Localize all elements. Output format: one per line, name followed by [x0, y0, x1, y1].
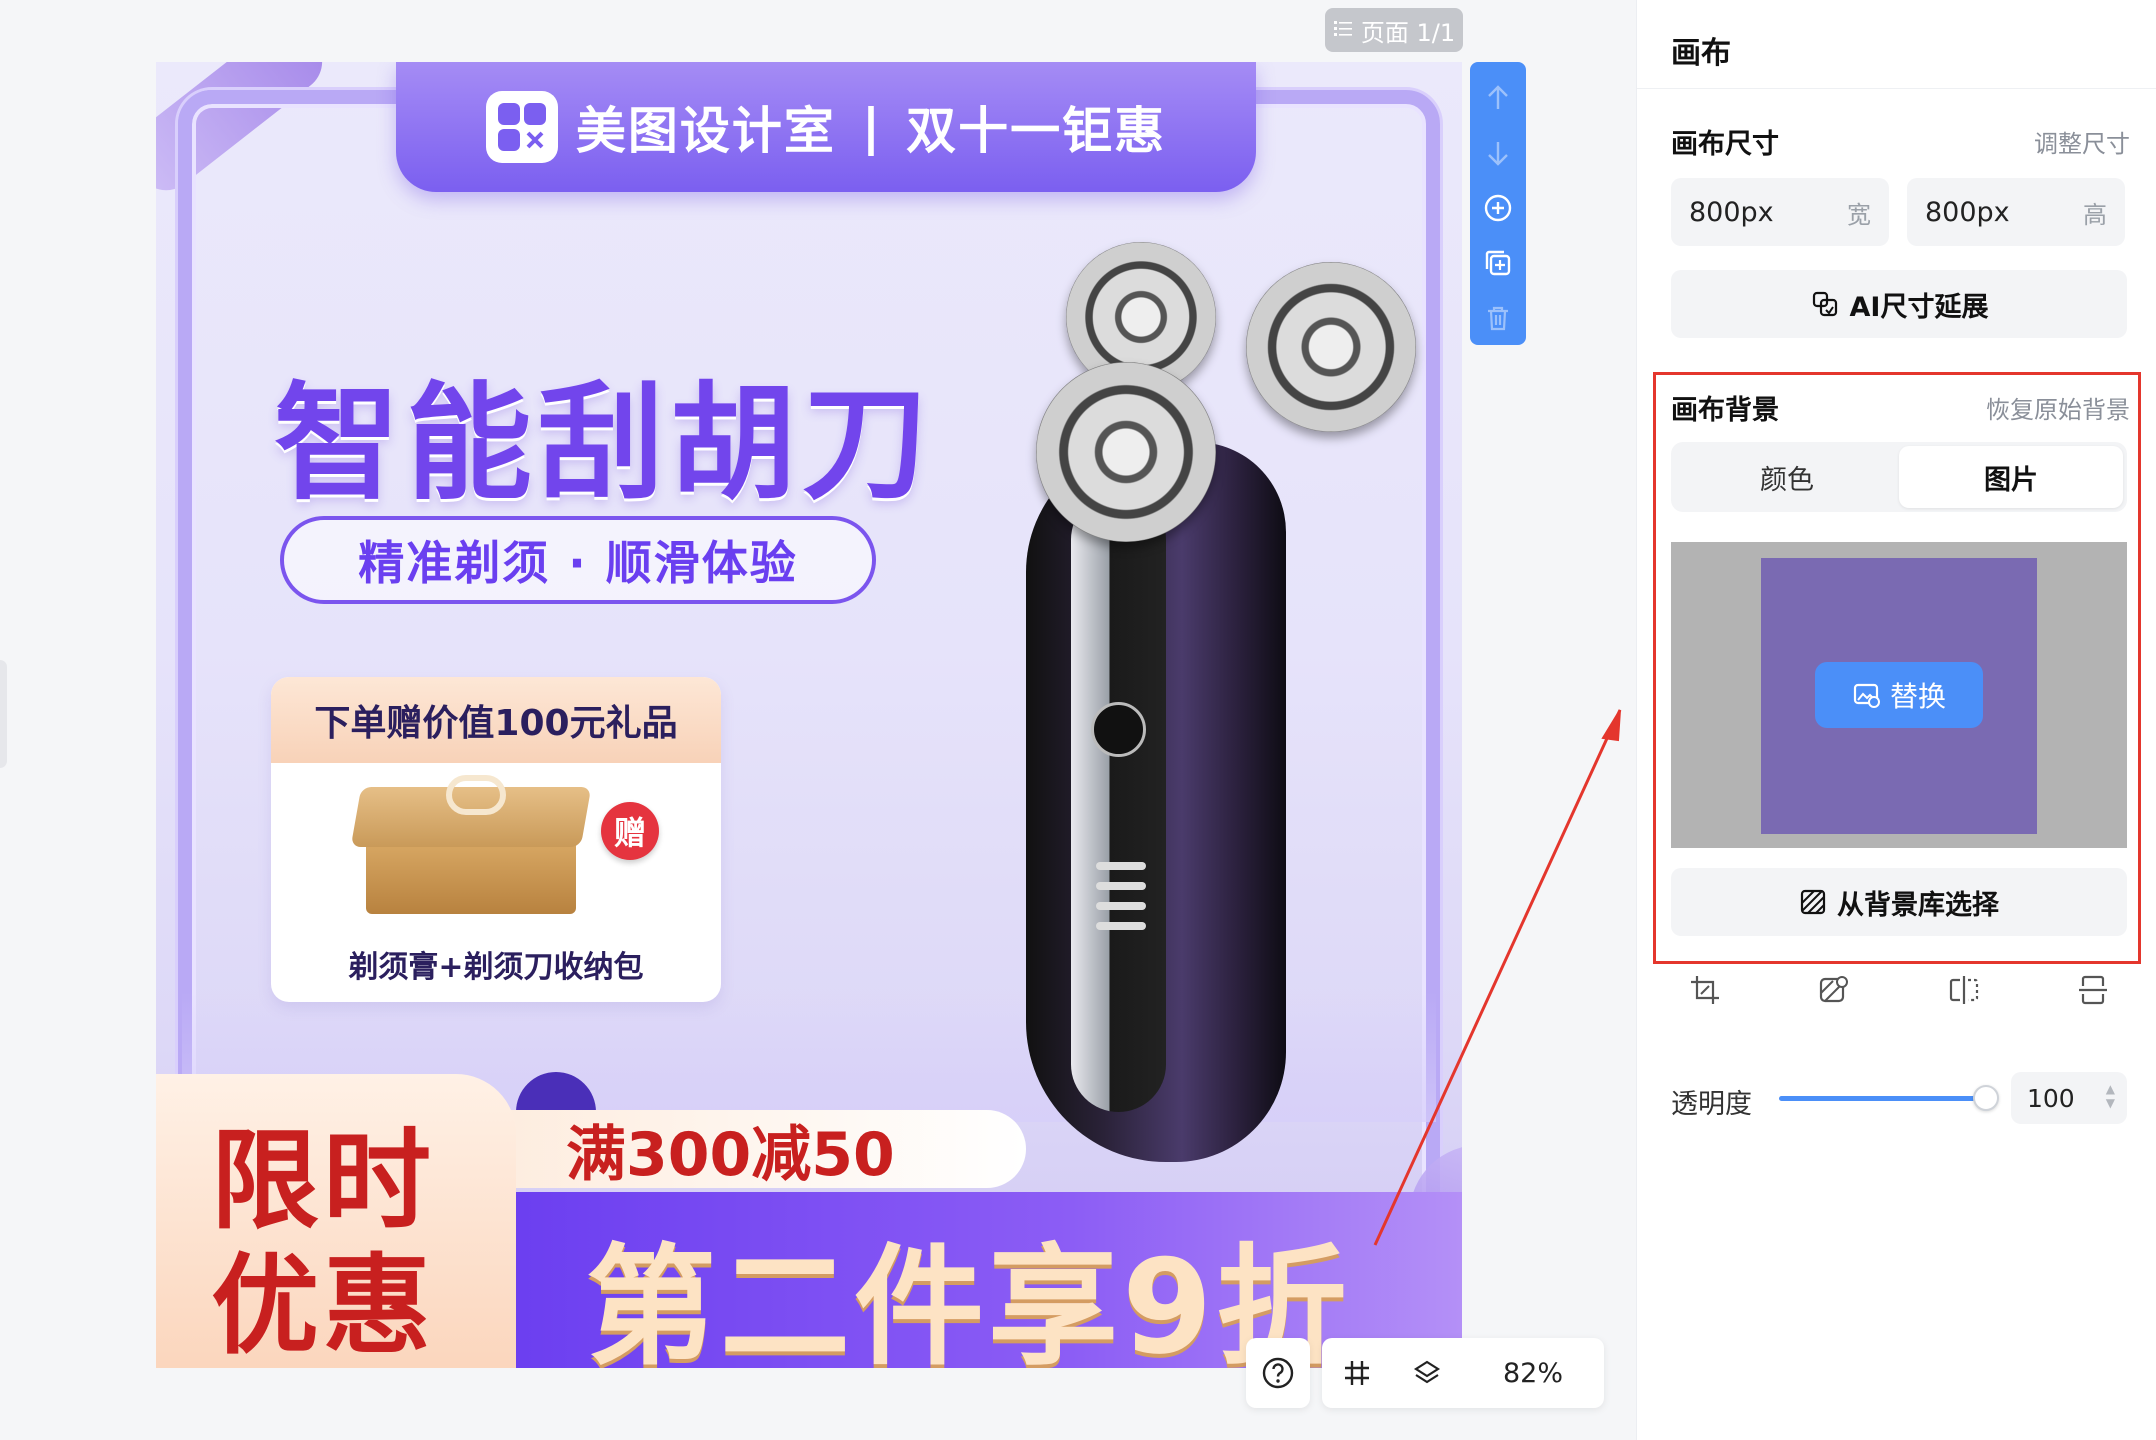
- width-field[interactable]: 800px 宽: [1671, 178, 1889, 246]
- help-button[interactable]: [1246, 1338, 1310, 1408]
- headline-text[interactable]: 智能刮胡刀: [274, 342, 934, 524]
- gift-box-image: [350, 775, 592, 917]
- flip-horizontal-button[interactable]: [1944, 970, 1984, 1010]
- promo-label-line2: 优惠: [211, 1244, 436, 1368]
- page-tools-column: [1470, 62, 1526, 345]
- page-indicator-label: 页面 1/1: [1360, 18, 1456, 47]
- height-value: 800px: [1925, 196, 2010, 228]
- promo-discount-pill[interactable]: 满300减50: [456, 1110, 1026, 1190]
- brand-logo: [485, 91, 558, 163]
- promo-discount: 满300减50: [566, 1119, 895, 1190]
- arrow-down-icon: [1488, 141, 1508, 166]
- background-actions-row: [1671, 970, 2127, 1020]
- opacity-slider-handle[interactable]: [1973, 1085, 1999, 1111]
- flip-vertical-icon: [2078, 975, 2107, 1005]
- ai-resize-label: AI尺寸延展: [1849, 291, 1989, 323]
- resize-link[interactable]: 调整尺寸: [2034, 124, 2130, 159]
- replace-label: 替换: [1889, 680, 1946, 713]
- background-preview: 替换: [1671, 542, 2127, 848]
- opacity-label: 透明度: [1671, 1089, 1752, 1120]
- width-unit: 宽: [1847, 200, 1871, 229]
- gift-title: 下单赠价值100元礼品: [314, 703, 678, 744]
- height-unit: 高: [2083, 200, 2107, 229]
- help-icon: [1262, 1357, 1294, 1389]
- panel-title: 画布: [1671, 36, 1731, 71]
- event-name: 双十一钜惠: [906, 102, 1167, 160]
- gift-badge: 赠: [601, 802, 659, 860]
- properties-panel: 画布 画布尺寸 调整尺寸 800px 宽 800px 高 AI尺寸延展 画布背景…: [1636, 0, 2156, 1440]
- arrow-up-icon: [1488, 84, 1508, 109]
- matting-button[interactable]: [1814, 970, 1854, 1010]
- background-library-label: 从背景库选择: [1837, 889, 1999, 921]
- tab-color[interactable]: 颜色: [1675, 446, 1899, 508]
- flip-horizontal-icon: [1949, 976, 1978, 1004]
- move-up-button[interactable]: [1470, 70, 1526, 125]
- height-field[interactable]: 800px 高: [1907, 178, 2125, 246]
- opacity-value: 100: [2027, 1083, 2075, 1113]
- subline-text: 精准剃须 · 顺滑体验: [358, 536, 798, 590]
- crop-button[interactable]: [1685, 970, 1725, 1010]
- grid-toggle-button[interactable]: [1322, 1338, 1392, 1408]
- background-library-button[interactable]: 从背景库选择: [1671, 868, 2127, 936]
- banner-separator: |: [861, 98, 881, 156]
- page-indicator[interactable]: 页面 1/1: [1325, 8, 1463, 52]
- canvas-controls: 82%: [1322, 1338, 1604, 1408]
- replace-button[interactable]: 替换: [1815, 662, 1983, 728]
- delete-page-button[interactable]: [1470, 290, 1526, 345]
- layers-button[interactable]: [1392, 1338, 1462, 1408]
- add-page-button[interactable]: [1470, 180, 1526, 235]
- gift-card[interactable]: 下单赠价值100元礼品 赠 剃须膏+剃须刀收纳包: [271, 677, 721, 1002]
- list-icon: [1333, 16, 1353, 44]
- promo-offer-text[interactable]: 第二件享9折: [586, 1202, 1350, 1368]
- crop-icon: [1691, 976, 1719, 1004]
- stepper-icon[interactable]: ▲ ▼: [2106, 1082, 2115, 1110]
- trash-icon: [1488, 306, 1508, 330]
- restore-background-link[interactable]: 恢复原始背景: [1986, 390, 2130, 425]
- image-swap-icon: [1853, 683, 1880, 708]
- layers-icon: [1413, 1360, 1441, 1384]
- editor-stage: 页面 1/1 美图设计室 | 双十一钜惠 智能刮胡刀 精准剃须 · 顺滑体验 下…: [0, 0, 1636, 1440]
- annotation-arrow: [1373, 709, 1622, 1246]
- canvas-size-title: 画布尺寸: [1671, 129, 1779, 160]
- duplicate-icon: [1485, 250, 1511, 275]
- gift-card-header: 下单赠价值100元礼品: [271, 677, 721, 763]
- ai-expand-icon: [1812, 291, 1837, 317]
- grid-icon: [1345, 1361, 1369, 1385]
- opacity-slider-track[interactable]: [1779, 1096, 1987, 1101]
- opacity-input[interactable]: 100 ▲ ▼: [2011, 1072, 2127, 1124]
- matting-icon: [1820, 976, 1849, 1003]
- move-down-button[interactable]: [1470, 125, 1526, 180]
- duplicate-page-button[interactable]: [1470, 235, 1526, 290]
- panel-divider: [1637, 88, 2156, 89]
- tab-image[interactable]: 图片: [1899, 446, 2123, 508]
- subline-pill[interactable]: 精准剃须 · 顺滑体验: [280, 516, 876, 604]
- background-type-tabs: 颜色 图片: [1671, 442, 2127, 512]
- left-panel-handle[interactable]: [0, 660, 7, 768]
- zoom-level[interactable]: 82%: [1462, 1358, 1604, 1389]
- flip-vertical-button[interactable]: [2073, 970, 2113, 1010]
- ai-resize-button[interactable]: AI尺寸延展: [1671, 270, 2127, 338]
- pattern-icon: [1800, 889, 1826, 915]
- design-canvas[interactable]: 美图设计室 | 双十一钜惠 智能刮胡刀 精准剃须 · 顺滑体验 下单赠价值100…: [156, 62, 1462, 1368]
- plus-circle-icon: [1484, 194, 1512, 221]
- brand-name: 美图设计室: [575, 102, 836, 160]
- width-value: 800px: [1689, 196, 1774, 228]
- gift-caption: 剃须膏+剃须刀收纳包: [348, 950, 644, 985]
- canvas-background-title: 画布背景: [1671, 395, 1779, 426]
- top-banner[interactable]: 美图设计室 | 双十一钜惠: [396, 62, 1256, 192]
- promo-label-block[interactable]: 限时 优惠: [156, 1074, 516, 1368]
- shaver-product-image[interactable]: [946, 242, 1426, 1162]
